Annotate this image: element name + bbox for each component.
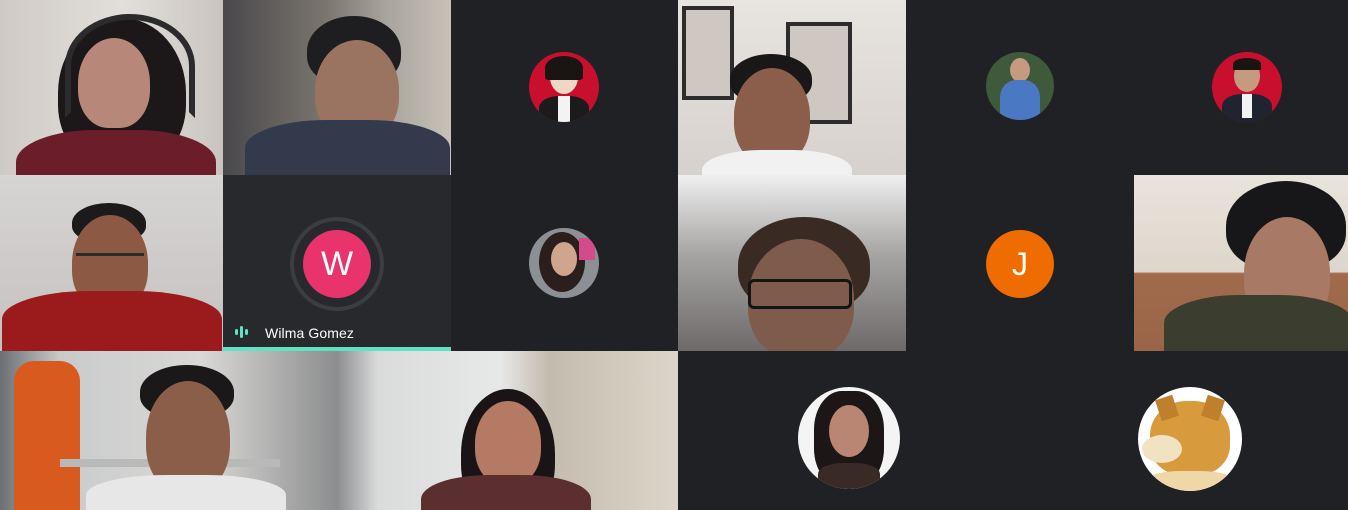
- glasses-icon: [76, 253, 144, 274]
- participant-tile-empty-bottom: [678, 351, 792, 510]
- participant-avatar-letter: J: [986, 230, 1054, 298]
- glasses-icon: [748, 279, 852, 309]
- participant-body: [16, 130, 216, 175]
- participant-avatar: [986, 52, 1054, 120]
- participant-tile-avatar-woman-smile[interactable]: [451, 175, 678, 351]
- doge-avatar-icon: [1138, 387, 1242, 491]
- participant-avatar: [529, 228, 599, 298]
- participant-avatar-letter: W: [303, 230, 371, 298]
- participant-tile-man-earbuds[interactable]: [0, 175, 223, 351]
- participant-tile-wilma-gomez[interactable]: W Wilma Gomez: [223, 175, 451, 351]
- participant-body: [245, 120, 450, 175]
- participant-tile-woman-curtains[interactable]: [337, 351, 678, 510]
- participant-body: [421, 475, 591, 510]
- participant-name-label: Wilma Gomez: [265, 325, 354, 341]
- participant-tile-avatar-long-hair[interactable]: [792, 351, 1018, 510]
- participant-body: [702, 150, 852, 175]
- picture-frame-left: [682, 6, 734, 100]
- participant-avatar: [1212, 52, 1282, 122]
- headset-icon: [65, 14, 195, 118]
- participant-tile-man-curly-hair[interactable]: [1134, 175, 1348, 351]
- participant-avatar: [798, 387, 900, 489]
- participant-tile-man-dark-glasses[interactable]: [678, 175, 906, 351]
- participant-tile-man-frames[interactable]: [678, 0, 906, 175]
- participant-tile-letter-j[interactable]: J: [906, 175, 1134, 351]
- participant-tile-woman-headset[interactable]: [0, 0, 223, 175]
- participant-body: [86, 475, 286, 510]
- participant-tile-avatar-man-suit[interactable]: [1134, 0, 1348, 175]
- participant-face: [475, 401, 541, 485]
- participant-tile-avatar-woman-red[interactable]: [451, 0, 678, 175]
- audio-level-icon: [235, 326, 253, 338]
- participant-tile-man-glasses-1[interactable]: [223, 0, 451, 175]
- participant-tile-avatar-man-blue[interactable]: [906, 0, 1134, 175]
- participant-tile-avatar-doge[interactable]: [1018, 351, 1348, 510]
- orange-jacket: [14, 361, 80, 510]
- participant-body: [1164, 295, 1348, 351]
- participant-body: [2, 291, 222, 351]
- participant-avatar: [529, 52, 599, 122]
- video-grid: W Wilma Gomez J: [0, 0, 1348, 510]
- participant-tile-man-shelves[interactable]: [0, 351, 337, 510]
